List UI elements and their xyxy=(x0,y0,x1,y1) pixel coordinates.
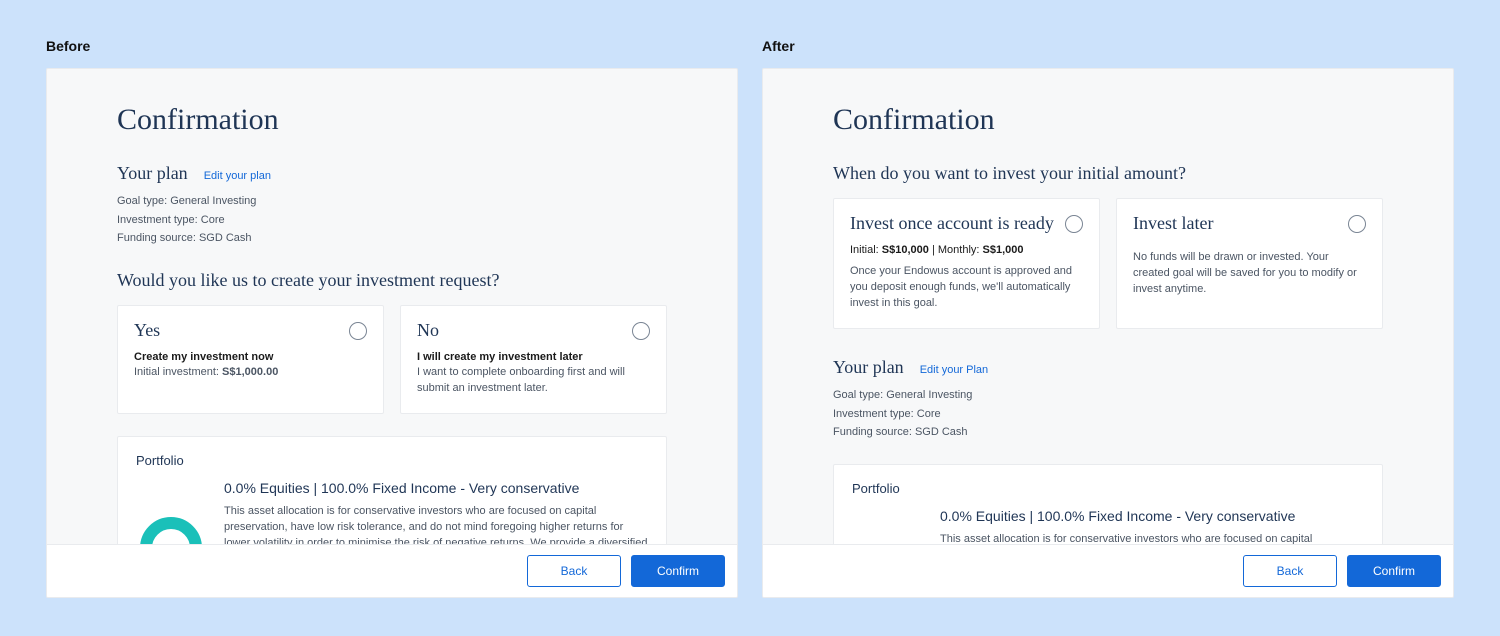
option-no-card[interactable]: No I will create my investment later I w… xyxy=(400,305,667,414)
portfolio-headline: 0.0% Equities | 100.0% Fixed Income - Ve… xyxy=(224,480,648,496)
your-plan-heading: Your plan xyxy=(117,163,188,184)
portfolio-heading: Portfolio xyxy=(136,453,648,468)
option-yes-body: Initial investment: S$1,000.00 xyxy=(134,365,367,381)
when-invest-question: When do you want to invest your initial … xyxy=(833,163,1383,184)
option-invest-now-amounts: Initial: S$10,000 | Monthly: S$1,000 xyxy=(850,244,1083,256)
option-yes-card[interactable]: Yes Create my investment now Initial inv… xyxy=(117,305,384,414)
option-yes-subtitle: Create my investment now xyxy=(134,351,367,363)
option-invest-now-card[interactable]: Invest once account is ready Initial: S$… xyxy=(833,198,1100,329)
confirm-button[interactable]: Confirm xyxy=(1347,555,1441,587)
radio-icon xyxy=(1065,215,1083,233)
footer-bar: Back Confirm xyxy=(763,544,1453,597)
option-invest-now-title: Invest once account is ready xyxy=(850,213,1083,234)
portfolio-headline: 0.0% Equities | 100.0% Fixed Income - Ve… xyxy=(940,508,1364,524)
after-label: After xyxy=(762,38,1454,54)
funding-source: Funding source: SGD Cash xyxy=(117,229,667,248)
page-title: Confirmation xyxy=(833,103,1383,137)
back-button[interactable]: Back xyxy=(1243,555,1337,587)
page-title: Confirmation xyxy=(117,103,667,137)
investment-type: Investment type: Core xyxy=(117,211,667,230)
option-invest-now-body: Once your Endowus account is approved an… xyxy=(850,264,1083,312)
option-no-subtitle: I will create my investment later xyxy=(417,351,650,363)
confirm-button[interactable]: Confirm xyxy=(631,555,725,587)
edit-your-plan-link[interactable]: Edit your Plan xyxy=(920,364,988,376)
option-no-body: I want to complete onboarding first and … xyxy=(417,365,650,397)
radio-icon xyxy=(349,322,367,340)
radio-icon xyxy=(1348,215,1366,233)
option-yes-title: Yes xyxy=(134,320,367,341)
before-label: Before xyxy=(46,38,738,54)
before-panel: Confirmation Your plan Edit your plan Go… xyxy=(46,68,738,598)
option-invest-later-card[interactable]: Invest later No funds will be drawn or i… xyxy=(1116,198,1383,329)
after-panel: Confirmation When do you want to invest … xyxy=(762,68,1454,598)
create-request-question: Would you like us to create your investm… xyxy=(117,270,667,291)
goal-type: Goal type: General Investing xyxy=(833,386,1383,405)
your-plan-heading: Your plan xyxy=(833,357,904,378)
option-invest-later-body: No funds will be drawn or invested. Your… xyxy=(1133,250,1366,298)
option-no-title: No xyxy=(417,320,650,341)
back-button[interactable]: Back xyxy=(527,555,621,587)
portfolio-heading: Portfolio xyxy=(852,481,1364,496)
edit-your-plan-link[interactable]: Edit your plan xyxy=(204,170,271,182)
option-invest-later-title: Invest later xyxy=(1133,213,1366,234)
goal-type: Goal type: General Investing xyxy=(117,192,667,211)
investment-type: Investment type: Core xyxy=(833,405,1383,424)
footer-bar: Back Confirm xyxy=(47,544,737,597)
radio-icon xyxy=(632,322,650,340)
funding-source: Funding source: SGD Cash xyxy=(833,423,1383,442)
